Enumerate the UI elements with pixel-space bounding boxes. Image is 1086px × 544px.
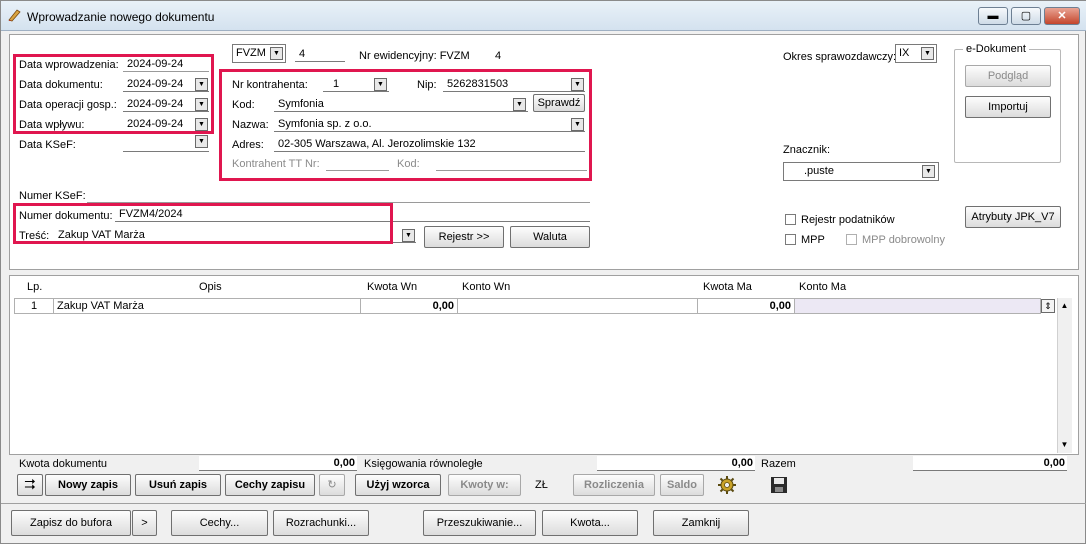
minimize-button[interactable]: ▬ [978,7,1008,25]
rejestr-button[interactable]: Rejestr >> [424,226,504,248]
highlight-kontrahent [219,69,592,181]
usun-zapis-button[interactable]: Usuń zapis [135,474,221,496]
uzyj-wzorca-button[interactable]: Użyj wzorca [355,474,441,496]
mpp-dobrowolny-checkbox[interactable] [846,234,857,245]
razem-label: Razem [761,458,796,470]
gear-icon-svg [718,476,736,494]
numer-ksef-field[interactable] [87,188,590,203]
przeszukiwanie-button[interactable]: Przeszukiwanie... [423,510,536,536]
window-title: Wprowadzanie nowego dokumentu [27,10,215,24]
maximize-button[interactable]: ▢ [1011,7,1041,25]
podglad-button[interactable]: Podgląd [965,65,1051,87]
row-konto-wn[interactable] [458,298,698,314]
highlight-dates [13,54,214,134]
col-header-kwota-ma: Kwota Ma [703,281,752,293]
zamknij-button[interactable]: Zamknij [653,510,749,536]
rejestr-podatnikow-checkbox[interactable] [785,214,796,225]
znacznik-select[interactable]: .puste [783,162,939,181]
atrybuty-jpk-button[interactable]: Atrybuty JPK_V7 [965,206,1061,228]
scroll-up-icon[interactable]: ▲ [1058,299,1071,313]
vertical-scrollbar[interactable] [1057,298,1072,453]
znacznik-label: Znacznik: [783,144,831,156]
app-icon [8,9,21,22]
toggle-view-icon[interactable]: ⮆ [17,474,43,496]
nr-ewidencyjny-value: 4 [495,50,502,62]
rozrachunki-button[interactable]: Rozrachunki... [273,510,369,536]
mpp-checkbox[interactable] [785,234,796,245]
row-kwota-ma[interactable]: 0,00 [698,298,795,314]
row-opis[interactable]: Zakup VAT Marża [54,298,361,314]
gear-icon[interactable] [717,475,737,495]
title-bar: Wprowadzanie nowego dokumentu ▬ ▢ ✕ [1,1,1086,31]
mpp-dobrowolny-label: MPP dobrowolny [862,234,945,246]
main-window: Wprowadzanie nowego dokumentu ▬ ▢ ✕ Data… [0,0,1086,544]
kwota-dokumentu-value: 0,00 [199,456,357,471]
data-ksef-dropdown-icon[interactable]: ▼ [195,135,208,148]
okres-dropdown-icon[interactable]: ▼ [921,47,934,60]
kwoty-w-button[interactable]: Kwoty w: [448,474,521,496]
zapisz-arrow-button[interactable]: > [132,510,157,536]
col-header-konto-ma: Konto Ma [799,281,847,293]
cechy-zapisu-button[interactable]: Cechy zapisu [225,474,315,496]
col-header-kwota-wn: Kwota Wn [367,281,418,293]
bottom-separator [1,503,1086,504]
saldo-button[interactable]: Saldo [660,474,704,496]
kwota-dokumentu-label: Kwota dokumentu [19,458,108,470]
edokument-title: e-Dokument [963,43,1029,55]
data-ksef-label: Data KSeF: [19,139,76,151]
doc-number-field[interactable]: 4 [295,47,345,62]
row-lp[interactable]: 1 [14,298,54,314]
ksiegowania-value: 0,00 [597,456,755,471]
razem-value: 0,00 [913,456,1067,471]
kwota-button[interactable]: Kwota... [542,510,638,536]
col-header-konto-wn: Konto Wn [462,281,511,293]
nowy-zapis-button[interactable]: Nowy zapis [45,474,131,496]
row-kwota-wn[interactable]: 0,00 [361,298,458,314]
numer-ksef-label: Numer KSeF: [19,190,86,202]
refresh-icon[interactable]: ↻ [319,474,345,496]
scroll-down-icon[interactable]: ▼ [1058,438,1071,452]
tresc-dropdown-icon[interactable]: ▼ [402,229,415,242]
cechy-button[interactable]: Cechy... [171,510,268,536]
row-konto-ma[interactable] [795,298,1041,314]
lookup-icon[interactable]: ⇕ [1041,299,1055,313]
rozliczenia-button[interactable]: Rozliczenia [573,474,655,496]
save-icon[interactable] [770,476,788,494]
waluta-button[interactable]: Waluta [510,226,590,248]
rejestr-podatnikow-label: Rejestr podatników [801,214,895,226]
col-header-opis: Opis [199,281,222,293]
highlight-numer-tresc [13,203,393,244]
mpp-label: MPP [801,234,825,246]
col-header-lp: Lp. [27,281,43,293]
ksiegowania-label: Księgowania równoległe [364,458,483,470]
nr-ewidencyjny-label: Nr ewidencyjny: FVZM [359,50,470,62]
currency-label: ZŁ [535,479,548,491]
save-icon-svg [771,477,787,493]
zapisz-do-bufora-button[interactable]: Zapisz do bufora [11,510,131,536]
close-button[interactable]: ✕ [1044,7,1080,25]
znacznik-dropdown-icon[interactable]: ▼ [922,165,935,178]
importuj-button[interactable]: Importuj [965,96,1051,118]
okres-label: Okres sprawozdawczy: [783,51,897,63]
doc-type-dropdown-icon[interactable]: ▼ [270,47,283,60]
